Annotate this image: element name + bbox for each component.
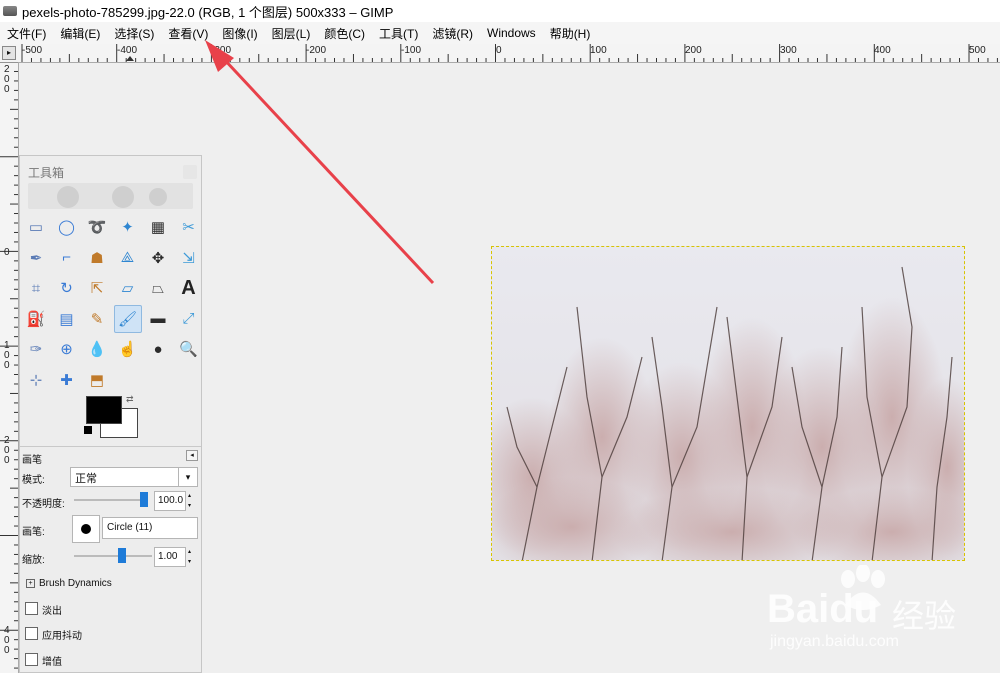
- foreground-select-icon[interactable]: ☗: [83, 244, 111, 272]
- brush-value: Circle (11): [107, 522, 153, 533]
- incremental-checkbox[interactable]: [25, 653, 38, 666]
- lasso-icon[interactable]: ➰: [83, 213, 111, 241]
- opacity-spin-icon[interactable]: ▴ ▾: [188, 491, 196, 511]
- shear-icon[interactable]: ▱: [114, 274, 142, 302]
- brush-label: 画笔:: [22, 527, 45, 538]
- mode-value: 正常: [75, 473, 97, 485]
- expand-icon[interactable]: +: [26, 579, 35, 588]
- baidu-brand-text: Baidu: [767, 587, 879, 631]
- align-icon[interactable]: ⇲: [175, 244, 203, 272]
- fade-label: 淡出: [42, 606, 62, 617]
- brush-dynamics-label[interactable]: Brush Dynamics: [39, 578, 112, 589]
- close-icon[interactable]: [183, 165, 197, 179]
- zoom-icon[interactable]: 🔍: [175, 335, 203, 363]
- clone-icon[interactable]: ⊕: [53, 335, 81, 363]
- color-picker-icon[interactable]: ⌐: [53, 244, 81, 272]
- crop-icon[interactable]: ⌗: [22, 274, 50, 302]
- paths-icon[interactable]: ✒: [22, 244, 50, 272]
- mode-select[interactable]: 正常 ▾: [70, 467, 198, 487]
- rotate-icon[interactable]: ↻: [53, 274, 81, 302]
- move-icon[interactable]: ✥: [144, 244, 172, 272]
- blur-icon[interactable]: 💧: [83, 335, 111, 363]
- mode-label: 模式:: [22, 475, 45, 486]
- scale-input[interactable]: 1.00: [154, 547, 186, 567]
- eraser-icon[interactable]: ▬: [144, 305, 172, 333]
- text-icon[interactable]: A: [175, 274, 203, 302]
- toolbox-panel: 工具箱 ▭ ◯ ➰ ✦ ▦ ✂ ✒ ⌐ ☗ ⟁ ✥ ⇲ ⌗ ↻ ⇱ ▱ ⏢ A ⛽ ▤ ✎ 🖌 ▬ ⤢ ✑ ⊕ 💧 ☝ ● 🔍 ⊹ ✚ ⬒ ⇄ …: [19, 155, 202, 673]
- brush-preview-button[interactable]: [72, 515, 100, 543]
- opacity-value: 100.0: [158, 495, 184, 506]
- opacity-input[interactable]: 100.0: [154, 491, 186, 511]
- baidu-watermark: Baidu 经验 jingyan.baidu.com: [765, 565, 990, 655]
- tool-options-title: 画笔: [22, 455, 42, 466]
- swap-colors-icon[interactable]: ⇄: [126, 394, 134, 405]
- scale-value: 1.00: [158, 551, 178, 562]
- scale-icon[interactable]: ⇱: [83, 274, 111, 302]
- panel-menu-icon[interactable]: ◂: [186, 450, 198, 461]
- flip-icon[interactable]: ⊹: [22, 366, 50, 394]
- scale-spin-icon[interactable]: ▴ ▾: [188, 547, 196, 567]
- watermark-url: jingyan.baidu.com: [770, 633, 899, 650]
- rect-select-icon[interactable]: ▭: [22, 213, 50, 241]
- heal-icon[interactable]: ✚: [53, 366, 81, 394]
- airbrush-icon[interactable]: ⤢: [175, 305, 203, 333]
- tool-options-panel: 画笔 ◂ 模式: 正常 ▾ 不透明度: 100.0 ▴ ▾ 画笔: Circle …: [20, 446, 201, 673]
- dodge-icon[interactable]: ●: [144, 335, 172, 363]
- scale-label: 缩放:: [22, 555, 45, 566]
- magic-wand-icon[interactable]: ✦: [114, 213, 142, 241]
- scissors-icon[interactable]: ✂: [175, 213, 203, 241]
- opacity-slider-handle[interactable]: [140, 492, 148, 507]
- paintbrush-icon[interactable]: 🖌: [113, 304, 142, 333]
- perspective-clone-icon[interactable]: ⬒: [83, 366, 111, 394]
- ink-icon[interactable]: ✑: [22, 335, 50, 363]
- jitter-checkbox[interactable]: [25, 627, 38, 640]
- chevron-down-icon: ▾: [178, 468, 197, 486]
- perspective-icon[interactable]: ⏢: [144, 274, 172, 302]
- pencil-icon[interactable]: ✎: [83, 305, 111, 333]
- measure-icon[interactable]: ⟁: [114, 244, 142, 272]
- bucket-fill-icon[interactable]: ⛽: [22, 305, 50, 333]
- gradient-icon[interactable]: ▤: [53, 305, 81, 333]
- jitter-label: 应用抖动: [42, 631, 82, 642]
- toolbox-title: 工具箱: [28, 166, 65, 180]
- opacity-slider[interactable]: [74, 499, 146, 501]
- opacity-label: 不透明度:: [22, 499, 65, 510]
- wilber-drop-zone[interactable]: [28, 183, 193, 209]
- default-colors-icon[interactable]: [84, 426, 92, 434]
- jingyan-brand-text: 经验: [892, 598, 957, 634]
- circle-brush-icon: [81, 524, 91, 534]
- smudge-icon[interactable]: ☝: [114, 335, 142, 363]
- fg-bg-colors: ⇄: [84, 394, 138, 438]
- scale-slider[interactable]: [74, 555, 152, 557]
- incremental-label: 增值: [42, 657, 62, 668]
- brush-name-field[interactable]: Circle (11): [102, 517, 198, 539]
- ellipse-select-icon[interactable]: ◯: [53, 213, 81, 241]
- scale-slider-handle[interactable]: [118, 548, 126, 563]
- fade-checkbox[interactable]: [25, 602, 38, 615]
- foreground-color-swatch[interactable]: [86, 396, 122, 424]
- select-by-color-icon[interactable]: ▦: [144, 213, 172, 241]
